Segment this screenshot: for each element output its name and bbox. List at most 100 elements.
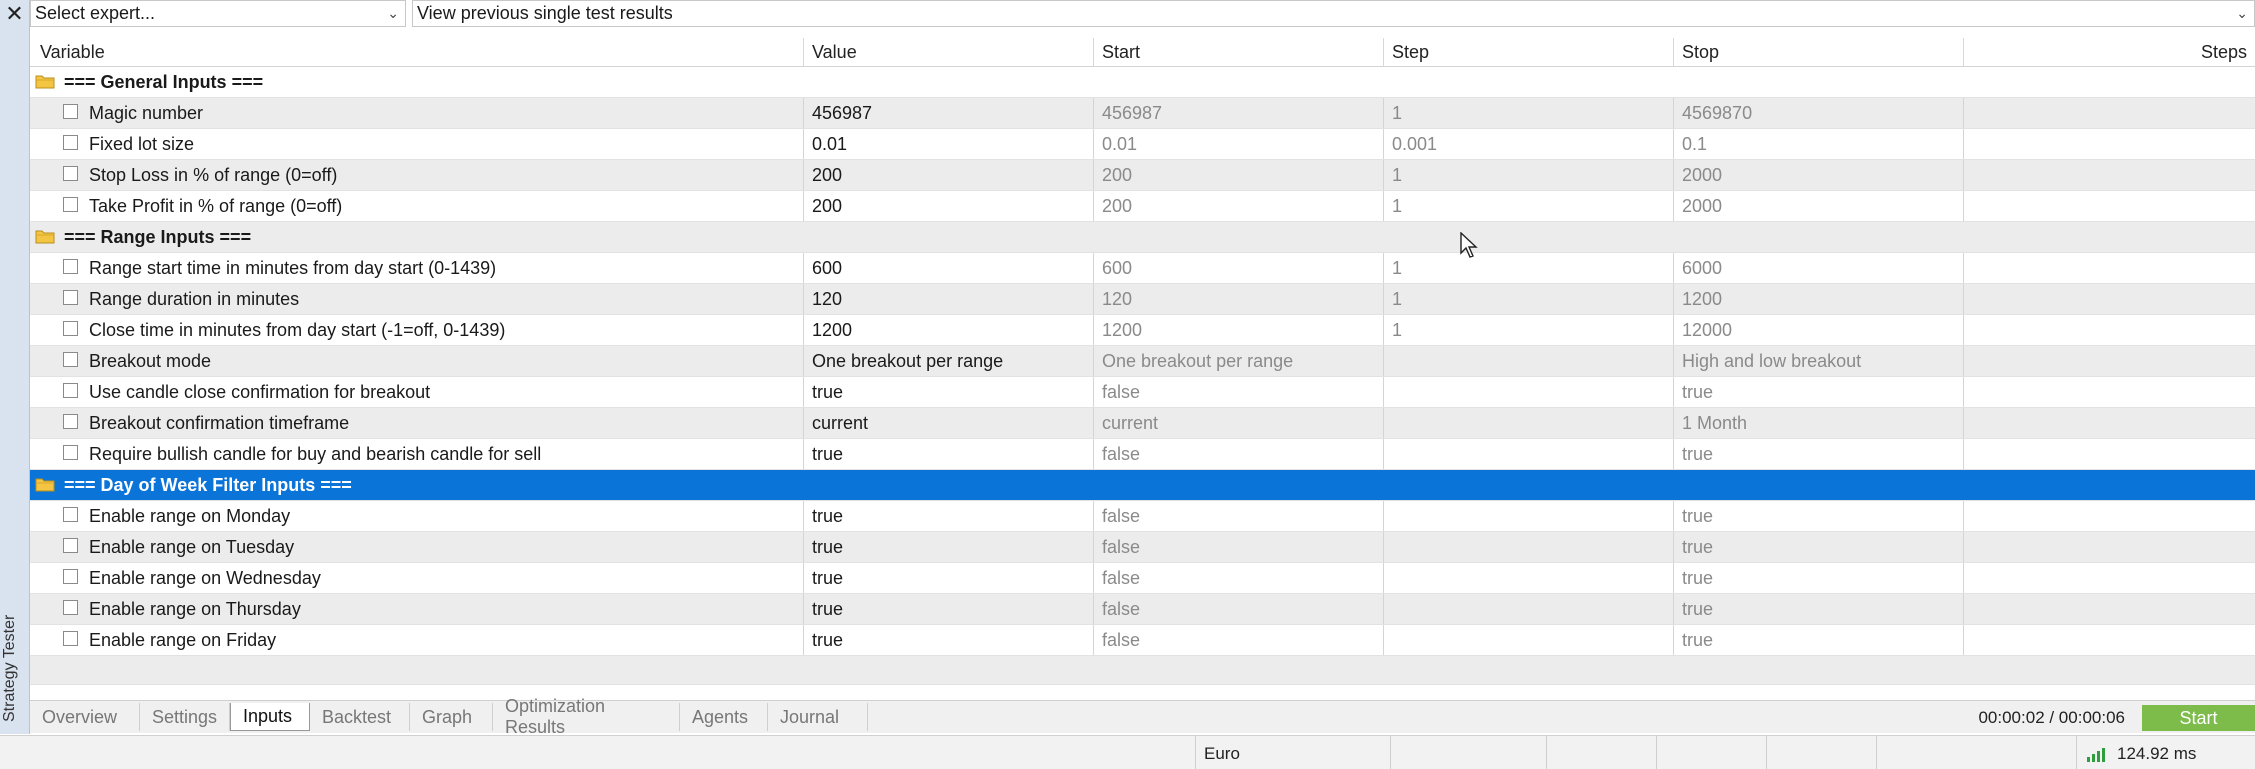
stop-cell[interactable]: 0.1: [1682, 134, 1707, 155]
value-cell[interactable]: 200: [812, 165, 842, 186]
table-row[interactable]: Fixed lot size 0.01 0.01 0.001 0.1: [30, 129, 2255, 160]
stop-cell[interactable]: true: [1682, 444, 1713, 465]
table-row[interactable]: Enable range on Monday true false true: [30, 501, 2255, 532]
value-cell[interactable]: true: [812, 630, 843, 651]
value-cell[interactable]: One breakout per range: [812, 351, 1003, 372]
optimize-checkbox[interactable]: [63, 383, 78, 398]
start-cell[interactable]: false: [1102, 599, 1140, 620]
stop-cell[interactable]: 1 Month: [1682, 413, 1747, 434]
table-row[interactable]: Breakout mode One breakout per range One b…: [30, 346, 2255, 377]
optimize-checkbox[interactable]: [63, 414, 78, 429]
results-history-select[interactable]: View previous single test results ⌄: [412, 0, 2255, 27]
value-cell[interactable]: true: [812, 444, 843, 465]
column-header-steps[interactable]: Steps: [2201, 42, 2247, 63]
optimize-checkbox[interactable]: [63, 507, 78, 522]
start-cell[interactable]: false: [1102, 537, 1140, 558]
step-cell[interactable]: 1: [1392, 289, 1402, 310]
value-cell[interactable]: true: [812, 506, 843, 527]
step-cell[interactable]: 0.001: [1392, 134, 1437, 155]
start-cell[interactable]: 0.01: [1102, 134, 1137, 155]
optimize-checkbox[interactable]: [63, 135, 78, 150]
column-header-start[interactable]: Start: [1102, 42, 1140, 63]
table-row[interactable]: Range start time in minutes from day sta…: [30, 253, 2255, 284]
group-row-dow[interactable]: === Day of Week Filter Inputs ===: [30, 470, 2255, 501]
column-header-variable[interactable]: Variable: [40, 42, 105, 63]
value-cell[interactable]: true: [812, 382, 843, 403]
value-cell[interactable]: 600: [812, 258, 842, 279]
chevron-down-icon[interactable]: ⌄: [387, 5, 399, 22]
stop-cell[interactable]: 6000: [1682, 258, 1722, 279]
column-header-stop[interactable]: Stop: [1682, 42, 1719, 63]
table-row[interactable]: Require bullish candle for buy and beari…: [30, 439, 2255, 470]
step-cell[interactable]: 1: [1392, 165, 1402, 186]
tab-journal[interactable]: Journal: [768, 703, 868, 731]
start-cell[interactable]: 200: [1102, 196, 1132, 217]
value-cell[interactable]: true: [812, 568, 843, 589]
start-cell[interactable]: One breakout per range: [1102, 351, 1293, 372]
tab-overview[interactable]: Overview: [30, 703, 140, 731]
table-row[interactable]: Magic number 456987 456987 1 4569870: [30, 98, 2255, 129]
value-cell[interactable]: 200: [812, 196, 842, 217]
optimize-checkbox[interactable]: [63, 445, 78, 460]
tab-backtest[interactable]: Backtest: [310, 703, 410, 731]
start-button[interactable]: Start: [2142, 705, 2255, 731]
group-row-general[interactable]: === General Inputs ===: [30, 67, 2255, 98]
group-row-range[interactable]: === Range Inputs ===: [30, 222, 2255, 253]
start-cell[interactable]: current: [1102, 413, 1158, 434]
stop-cell[interactable]: true: [1682, 568, 1713, 589]
tab-inputs[interactable]: Inputs: [230, 703, 310, 731]
value-cell[interactable]: true: [812, 537, 843, 558]
stop-cell[interactable]: 4569870: [1682, 103, 1752, 124]
value-cell[interactable]: 456987: [812, 103, 872, 124]
expert-select[interactable]: Select expert... ⌄: [30, 0, 406, 27]
start-cell[interactable]: 456987: [1102, 103, 1162, 124]
optimize-checkbox[interactable]: [63, 538, 78, 553]
start-cell[interactable]: false: [1102, 630, 1140, 651]
step-cell[interactable]: 1: [1392, 196, 1402, 217]
start-cell[interactable]: false: [1102, 506, 1140, 527]
stop-cell[interactable]: true: [1682, 537, 1713, 558]
column-header-value[interactable]: Value: [812, 42, 857, 63]
tab-optimization-results[interactable]: Optimization Results: [493, 696, 680, 737]
table-row[interactable]: Range duration in minutes 120 120 1 1200: [30, 284, 2255, 315]
table-row[interactable]: Enable range on Friday true false true: [30, 625, 2255, 656]
tab-settings[interactable]: Settings: [140, 703, 230, 731]
optimize-checkbox[interactable]: [63, 290, 78, 305]
start-cell[interactable]: 200: [1102, 165, 1132, 186]
stop-cell[interactable]: true: [1682, 382, 1713, 403]
optimize-checkbox[interactable]: [63, 104, 78, 119]
value-cell[interactable]: true: [812, 599, 843, 620]
optimize-checkbox[interactable]: [63, 569, 78, 584]
start-cell[interactable]: 600: [1102, 258, 1132, 279]
close-icon[interactable]: ✕: [0, 0, 29, 28]
table-row[interactable]: Enable range on Wednesday true false true: [30, 563, 2255, 594]
tab-agents[interactable]: Agents: [680, 703, 768, 731]
step-cell[interactable]: 1: [1392, 320, 1402, 341]
stop-cell[interactable]: true: [1682, 630, 1713, 651]
value-cell[interactable]: 0.01: [812, 134, 847, 155]
start-cell[interactable]: 120: [1102, 289, 1132, 310]
step-cell[interactable]: 1: [1392, 258, 1402, 279]
table-row[interactable]: Breakout confirmation timeframe current cu…: [30, 408, 2255, 439]
stop-cell[interactable]: 2000: [1682, 165, 1722, 186]
stop-cell[interactable]: 12000: [1682, 320, 1732, 341]
start-cell[interactable]: false: [1102, 444, 1140, 465]
chevron-down-icon[interactable]: ⌄: [2236, 5, 2248, 22]
stop-cell[interactable]: 1200: [1682, 289, 1722, 310]
table-row[interactable]: Stop Loss in % of range (0=off) 200 200 1 20…: [30, 160, 2255, 191]
step-cell[interactable]: 1: [1392, 103, 1402, 124]
column-header-step[interactable]: Step: [1392, 42, 1429, 63]
start-cell[interactable]: 1200: [1102, 320, 1142, 341]
start-cell[interactable]: false: [1102, 382, 1140, 403]
stop-cell[interactable]: High and low breakout: [1682, 351, 1861, 372]
stop-cell[interactable]: 2000: [1682, 196, 1722, 217]
start-cell[interactable]: false: [1102, 568, 1140, 589]
stop-cell[interactable]: true: [1682, 599, 1713, 620]
stop-cell[interactable]: true: [1682, 506, 1713, 527]
table-row[interactable]: Enable range on Tuesday true false true: [30, 532, 2255, 563]
optimize-checkbox[interactable]: [63, 352, 78, 367]
table-row[interactable]: Take Profit in % of range (0=off) 200 200 1…: [30, 191, 2255, 222]
value-cell[interactable]: current: [812, 413, 868, 434]
optimize-checkbox[interactable]: [63, 321, 78, 336]
tab-graph[interactable]: Graph: [410, 703, 493, 731]
